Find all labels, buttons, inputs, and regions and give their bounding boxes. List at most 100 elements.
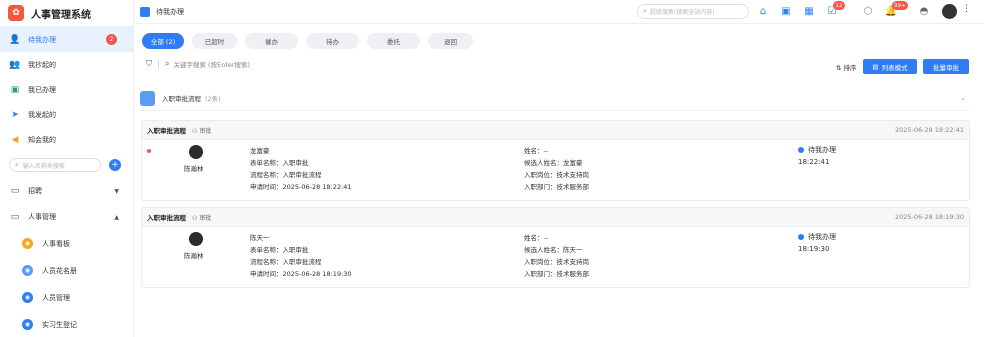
sidebar-group-recruit[interactable]: ▭ 招聘 ▼: [0, 178, 133, 204]
headset-icon[interactable]: ◓: [918, 5, 930, 17]
tab-overdue[interactable]: 已超时: [192, 33, 237, 49]
unread-dot: [147, 149, 151, 153]
field-candidate: 候选人姓名：龙富豪: [524, 159, 583, 167]
tab-urge[interactable]: 催办: [245, 33, 298, 49]
folder-icon: ▭: [10, 186, 20, 196]
filter-tabs: 全部 (2) 已超时 催办 待办 委托 退回: [142, 33, 481, 49]
card-title: 入职审批流程: [147, 214, 186, 222]
sidebar-item-label: 待我办理: [28, 35, 56, 44]
card-body: 陈瀚林 龙富豪 表单名称：入职审批 流程名称：入职审批流程 申请时间：2025-…: [142, 140, 969, 200]
contacts-icon[interactable]: ▣: [780, 5, 792, 17]
roster-icon: ◉: [22, 265, 33, 276]
applicant-name: 陈瀚林: [184, 165, 204, 173]
todo-count-badge: 2: [106, 34, 117, 45]
apply-time: 申请时间：2025-06-28 18:19:30: [250, 270, 352, 278]
form-name: 表单名称：入职审批: [250, 159, 309, 167]
search-icon: ⌕: [165, 59, 170, 68]
avatar: [189, 232, 203, 246]
tab-delegate[interactable]: 委托: [367, 33, 420, 49]
sidebar-item-initiated[interactable]: 👥 我抄起的: [0, 52, 133, 77]
card-header: 入职审批流程 ⚇ 审批 2025-06-28 18:19:30: [142, 208, 969, 227]
status-badge: 待我办理: [798, 145, 836, 155]
sidebar-item-label: 知会我的: [28, 135, 56, 144]
staff-icon: ◉: [22, 292, 33, 303]
card-body: 陈瀚林 陈天一 表单名称：入职审批 流程名称：入职审批流程 申请时间：2025-…: [142, 227, 969, 287]
sidebar-item-label: 人员管理: [42, 293, 70, 302]
sidebar-item-todo[interactable]: 👤 待我办理 2: [0, 27, 133, 52]
status-label: 待我办理: [808, 146, 836, 154]
batch-approve-button[interactable]: 批量审批: [923, 59, 969, 74]
form-name: 表单名称：入职审批: [250, 246, 309, 254]
sidebar-search-placeholder: 输入名称来搜索: [22, 162, 65, 170]
hexagon-icon[interactable]: ⬡: [862, 5, 874, 17]
app-root: ✿ 人事管理系统 👤 待我办理 2 👥 我抄起的 ▣ 我已办理 ➤ 我发起的 ◀…: [0, 0, 984, 337]
card-info-right: 姓名：-- 候选人姓名：陈天一 入职岗位：技术支持岗 入职部门：技术服务部: [524, 232, 589, 280]
field-name: 姓名：--: [524, 234, 549, 242]
sidebar-item-launched[interactable]: ➤ 我发起的: [0, 102, 133, 127]
chevron-down-icon[interactable]: ⌄: [960, 94, 966, 102]
todo-check-icon[interactable]: ☑ 12: [826, 1, 845, 17]
top-bar: 待我办理 ⌕ 超级搜索(搜索全站内容) ⌂ ▣ ▦ ☑ 12 ⬡ 🔔 99+ ◓…: [134, 0, 984, 24]
tab-all[interactable]: 全部 (2): [142, 33, 184, 49]
add-button[interactable]: +: [109, 159, 121, 171]
status-badge: 待我办理: [798, 232, 836, 242]
status-time: 18:22:41: [798, 158, 830, 166]
bell-icon[interactable]: 🔔 99+: [885, 1, 908, 17]
candidate-title: 陈天一: [250, 234, 270, 242]
global-search-input[interactable]: ⌕ 超级搜索(搜索全站内容): [637, 4, 749, 19]
filter-icon[interactable]: ⛉: [146, 59, 152, 69]
folder-icon: ▭: [10, 212, 20, 222]
status-dot-icon: [798, 234, 804, 240]
card-info-left: 陈天一 表单名称：入职审批 流程名称：入职审批流程 申请时间：2025-06-2…: [250, 232, 352, 280]
tab-returned[interactable]: 退回: [428, 33, 473, 49]
sidebar-item-roster[interactable]: ◉ 人员花名册: [0, 257, 133, 284]
sidebar-item-intern[interactable]: ◉ 实习生登记: [0, 311, 133, 337]
apply-time: 申请时间：2025-06-28 18:22:41: [250, 183, 352, 191]
megaphone-icon: ◀: [11, 134, 19, 145]
more-menu-icon[interactable]: ⋮: [962, 4, 971, 14]
list-mode-label: 列表模式: [881, 63, 908, 72]
chevron-up-icon: ▲: [114, 213, 119, 221]
sidebar-group-label: 人事管理: [28, 213, 56, 221]
process-group-title: 入职审批流程: [162, 95, 201, 103]
search-toolbar: ⛉ ⌕ 关键字搜索 (按Enter搜索): [146, 59, 250, 69]
task-card[interactable]: 入职审批流程 ⚇ 审批 2025-06-28 18:22:41 陈瀚林 龙富豪 …: [141, 120, 970, 201]
sidebar-item-notified[interactable]: ◀ 知会我的: [0, 127, 133, 152]
page-title[interactable]: 待我办理: [156, 7, 184, 17]
user-todo-icon: 👤: [9, 34, 21, 45]
keyword-search-input[interactable]: 关键字搜索 (按Enter搜索): [173, 59, 250, 69]
sidebar-search-input[interactable]: ⌕ 输入名称来搜索: [9, 158, 101, 172]
process-group-header[interactable]: 入职审批流程 (2条) ⌄: [140, 86, 970, 111]
sidebar-item-label: 实习生登记: [42, 320, 77, 329]
home-icon[interactable]: ⌂: [757, 5, 769, 17]
chevron-down-icon: ▼: [114, 187, 119, 195]
sidebar-search-row: ⌕ 输入名称来搜索 +: [0, 152, 133, 178]
list-mode-button[interactable]: ▤ 列表模式: [863, 59, 917, 74]
sidebar-item-staff[interactable]: ◉ 人员管理: [0, 284, 133, 311]
divider: [158, 59, 159, 69]
dashboard-icon: ◉: [22, 238, 33, 249]
sidebar-item-done[interactable]: ▣ 我已办理: [0, 77, 133, 102]
search-icon: ⌕: [15, 160, 19, 169]
status-label: 待我办理: [808, 233, 836, 241]
apps-grid-icon[interactable]: ▦: [803, 5, 815, 17]
document-icon: ▣: [10, 84, 20, 95]
card-time: 2025-06-28 18:22:41: [894, 126, 964, 134]
applicant-name: 陈瀚林: [184, 252, 204, 260]
sidebar-item-label: 人事看板: [42, 239, 70, 248]
global-search-placeholder: 超级搜索(搜索全站内容): [649, 9, 715, 16]
field-post: 入职岗位：技术支持岗: [524, 258, 589, 266]
sort-button[interactable]: ⇅ 排序: [836, 62, 857, 72]
task-card[interactable]: 入职审批流程 ⚇ 审批 2025-06-28 18:19:30 陈瀚林 陈天一 …: [141, 207, 970, 288]
main-content: 全部 (2) 已超时 催办 待办 委托 退回 ⛉ ⌕ 关键字搜索 (按Enter…: [134, 24, 984, 337]
org-icon: ⚇: [192, 214, 198, 222]
user-avatar[interactable]: [942, 4, 957, 19]
approval-tag: ⚇ 审批: [192, 213, 211, 222]
sidebar-item-hr-board[interactable]: ◉ 人事看板: [0, 230, 133, 257]
sidebar-group-hr[interactable]: ▭ 人事管理 ▲: [0, 204, 133, 230]
sidebar-item-label: 我发起的: [28, 110, 56, 119]
org-icon: ⚇: [192, 127, 198, 135]
brand: ✿ 人事管理系统: [0, 0, 133, 27]
tab-pending[interactable]: 待办: [306, 33, 359, 49]
sidebar-group-label: 招聘: [28, 187, 42, 195]
